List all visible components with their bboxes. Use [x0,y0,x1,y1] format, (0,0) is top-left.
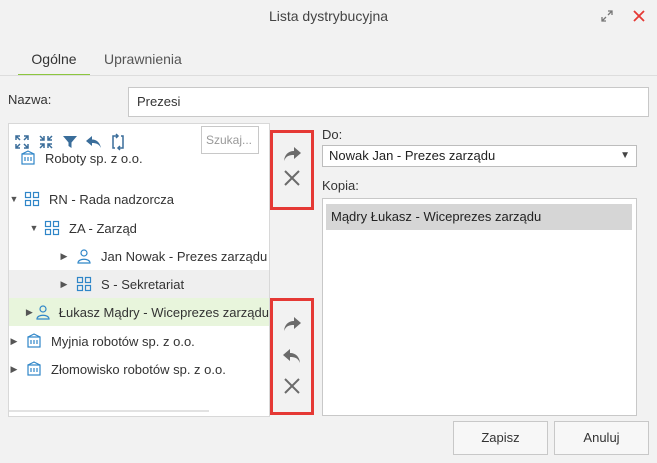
forward-icon [284,147,301,161]
remove-icon [284,378,300,394]
forward-icon [284,317,301,331]
remove-copy-button[interactable] [281,375,303,397]
collapsed-arrow-icon[interactable]: ▶ [9,364,19,375]
save-button[interactable]: Zapisz [453,421,548,455]
to-actions-group [270,130,314,210]
to-select[interactable]: Nowak Jan - Prezes zarządu ▼ [322,145,637,167]
copy-actions-group [270,298,314,415]
name-label: Nazwa: [8,92,52,107]
back-copy-button[interactable] [281,345,303,367]
dialog-title: Lista dystrybucyjna [268,8,389,24]
collapsed-arrow-icon[interactable]: ▶ [26,307,33,318]
copy-label: Kopia: [322,178,359,193]
tree-item-label: Złomowisko robotów sp. z o.o. [51,361,226,377]
collapsed-arrow-icon[interactable]: ▶ [59,251,69,262]
collapsed-arrow-icon[interactable]: ▶ [59,279,69,290]
distribution-list-dialog: Lista dystrybucyjna Ogólne Uprawnienia N… [0,0,657,463]
company-icon [25,360,43,378]
tree-item-myjnia[interactable]: ▶ Myjnia robotów sp. z o.o. [9,327,269,355]
chevron-down-icon[interactable]: ▼ [620,146,630,166]
person-icon [35,303,51,321]
remove-to-button[interactable] [281,167,303,189]
maximize-icon [601,10,613,22]
copy-list-item[interactable]: Mądry Łukasz - Wiceprezes zarządu [326,204,632,230]
back-icon [283,349,300,363]
person-icon [75,247,93,265]
tree-item-rn[interactable]: ▼ RN - Rada nadzorcza [9,185,269,213]
tree-item-label: Roboty sp. z o.o. [45,150,143,166]
org-unit-icon [43,219,61,237]
tree-item-sekretariat[interactable]: ▶ S - Sekretariat [9,270,269,298]
collapsed-arrow-icon[interactable]: ▶ [9,336,19,347]
org-unit-icon [23,190,41,208]
tree-item-label: Łukasz Mądry - Wiceprezes zarządu [58,304,269,320]
tree-item-zlomowisko[interactable]: ▶ Złomowisko robotów sp. z o.o. [9,355,269,383]
to-selected-value: Nowak Jan - Prezes zarządu [329,148,496,163]
add-to-button[interactable] [281,143,303,165]
tree-item-za[interactable]: ▼ ZA - Zarząd [9,214,269,242]
tree-item-label: S - Sekretariat [101,276,185,292]
tree-item-label: Jan Nowak - Prezes zarządu [101,248,268,264]
tree-item-roboty[interactable]: Roboty sp. z o.o. [9,144,269,172]
add-copy-button[interactable] [281,313,303,335]
tree-item-jan-nowak[interactable]: ▶ Jan Nowak - Prezes zarządu [9,242,269,270]
tree-item-label: ZA - Zarząd [69,220,137,236]
close-button[interactable] [628,5,650,27]
expanded-arrow-icon[interactable]: ▼ [29,223,39,233]
to-label: Do: [322,127,343,142]
tree-item-label: RN - Rada nadzorcza [49,191,174,207]
org-unit-icon [75,275,93,293]
company-icon [25,332,43,350]
tree-item-lukasz-madry[interactable]: ▶ Łukasz Mądry - Wiceprezes zarządu [9,298,269,326]
copy-list[interactable]: Mądry Łukasz - Wiceprezes zarządu [322,198,637,416]
company-icon [19,149,37,167]
title-bar: Lista dystrybucyjna [0,0,657,34]
close-icon [633,10,645,22]
tree-item-label: Myjnia robotów sp. z o.o. [51,333,195,349]
tab-permissions[interactable]: Uprawnienia [104,44,182,74]
cancel-button[interactable]: Anuluj [554,421,649,455]
maximize-button[interactable] [596,5,618,27]
tab-general[interactable]: Ogólne [18,44,90,76]
tree-horizontal-scrollbar[interactable] [9,410,209,412]
expanded-arrow-icon[interactable]: ▼ [9,194,19,204]
remove-icon [284,170,300,186]
name-input[interactable]: Prezesi [128,87,649,117]
tab-divider [0,75,657,76]
